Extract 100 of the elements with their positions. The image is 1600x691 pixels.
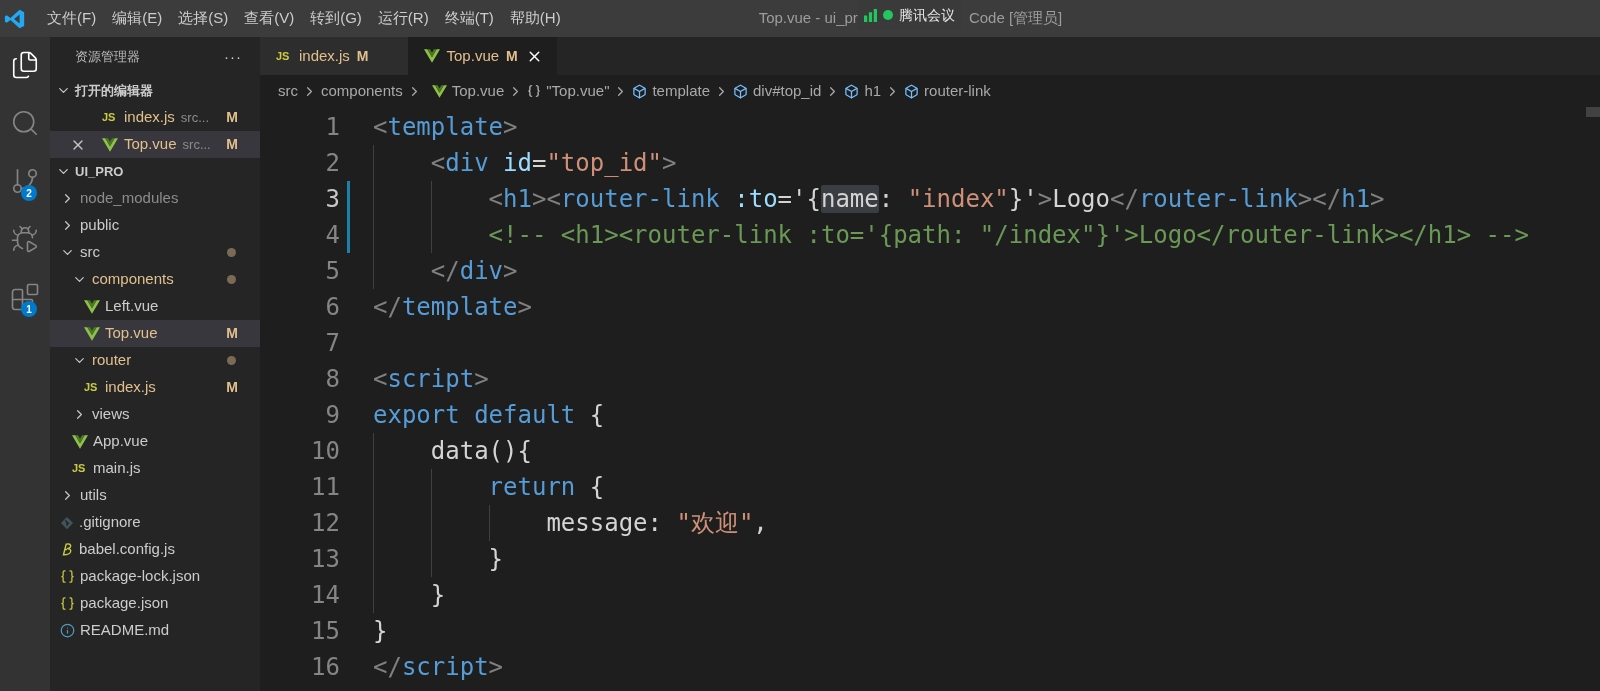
window-title: Top.vue - ui_pr [758,8,858,29]
file-name: Top.vue [105,323,158,344]
line-number: 14 [310,580,340,611]
breadcrumb-item[interactable]: components [321,79,403,103]
editor-tab[interactable]: JS index.js M [260,37,408,75]
file-row[interactable]: Left.vue [50,293,260,320]
js-icon: JS [72,463,88,474]
open-editor-row[interactable]: JS index.js src... M [50,104,260,131]
file-name: node_modules [80,188,179,209]
breadcrumb-item[interactable]: h1 [864,79,882,103]
file-row[interactable]: package-lock.json [50,563,260,590]
cube-icon [632,83,648,99]
activity-button[interactable]: 1 [7,279,43,315]
file-name: main.js [93,458,141,479]
line-number: 8 [324,364,340,395]
file-row[interactable]: JS index.js M [50,374,260,401]
file-name: src [80,242,100,263]
code-line: <script> [373,364,489,395]
vue-icon [72,434,88,449]
file-name: package-lock.json [80,566,201,587]
info-icon [60,623,75,638]
vue-icon [102,137,118,152]
status-letter: M [226,378,238,397]
folder-row[interactable]: utils [50,482,260,509]
vue-icon [423,49,440,63]
open-editor-row[interactable]: Top.vue src... M [50,131,260,158]
breadcrumb-item[interactable]: router-link [924,79,991,103]
braces-icon [60,569,75,584]
breadcrumb-item[interactable]: "Top.vue" [546,79,610,103]
bug-play-icon [10,224,40,254]
folder-row[interactable]: router [50,347,260,374]
status-letter: M [506,46,518,66]
vue-icon [84,326,100,341]
file-path: src... [180,108,210,127]
more-button[interactable]: ··· [224,45,242,69]
js-icon: JS [84,382,100,393]
signal-icon [863,8,877,22]
editor-tab[interactable]: Top.vue M [407,37,557,75]
vue-icon [84,299,100,314]
tab-label: index.js [299,45,350,66]
menu-item[interactable]: 查看(V) [236,7,303,30]
folder-row[interactable]: components [50,266,260,293]
file-name: utils [80,485,107,506]
code-line: message: "欢迎", [545,508,768,539]
code-line: export default { [373,400,605,431]
line-number: 9 [324,400,340,431]
status-letter: M [226,108,238,127]
section-header[interactable]: 打开的编辑器 [50,77,260,104]
js-icon: JS [276,50,292,62]
file-name: index.js [105,377,156,398]
activity-button[interactable]: 2 [7,163,43,199]
line-number: 16 [310,652,340,683]
status-letter: M [356,46,369,66]
cube-icon [733,83,748,99]
code-line: <h1><router-link :to='{name: "index"}'>Logo</router-link></h1> [487,184,1385,215]
diamond-icon [60,515,74,530]
file-row[interactable]: babel.config.js [50,536,260,563]
section-title: 打开的编辑器 [75,81,153,100]
file-name: public [80,215,120,236]
code-line: <div id="top_id"> [429,148,677,179]
files-icon [10,50,40,80]
tab-label: Top.vue [446,45,500,66]
file-row[interactable]: Top.vue M [50,320,260,347]
code-line: return { [487,472,605,503]
section-header[interactable]: UI_PRO [50,158,260,185]
menu-item[interactable]: 选择(S) [170,7,237,30]
breadcrumb-item[interactable]: src [278,79,298,103]
blocks-icon [10,282,40,312]
file-row[interactable]: package.json [50,590,260,617]
line-number: 15 [310,616,340,647]
folder-row[interactable]: public [50,212,260,239]
menu-item[interactable]: 运行(R) [369,7,437,30]
file-name: Left.vue [105,296,159,317]
file-row[interactable]: App.vue [50,428,260,455]
code-line: } [429,580,446,611]
file-name: babel.config.js [79,539,175,560]
file-name: Top.vue [124,134,177,155]
breadcrumb-item[interactable]: Top.vue [451,79,505,103]
menu-item[interactable]: 终端(T) [436,7,502,30]
meeting-label: 腾讯会议 [898,5,955,25]
line-number: 1 [324,112,340,143]
section-title: UI_PRO [75,162,124,181]
folder-row[interactable]: views [50,401,260,428]
braces-icon [527,84,542,98]
menu-item[interactable]: 帮助(H) [501,7,569,30]
file-row[interactable]: JS main.js [50,455,260,482]
file-name: index.js [124,107,175,128]
file-row[interactable]: .gitignore [50,509,260,536]
cube-icon [904,83,920,99]
file-row[interactable]: README.md [50,617,260,644]
vue-icon [431,84,447,98]
menu-item[interactable]: 转到(G) [302,7,370,30]
file-path: src... [182,135,211,154]
menu-item[interactable]: 编辑(E) [104,7,171,30]
code-line: <template> [373,112,518,143]
breadcrumb-item[interactable]: div#top_id [753,79,822,103]
menu-item[interactable]: 文件(F) [39,7,105,30]
folder-row[interactable]: src [50,239,260,266]
breadcrumb-item[interactable]: template [652,79,710,103]
folder-row[interactable]: node_modules [50,185,260,212]
